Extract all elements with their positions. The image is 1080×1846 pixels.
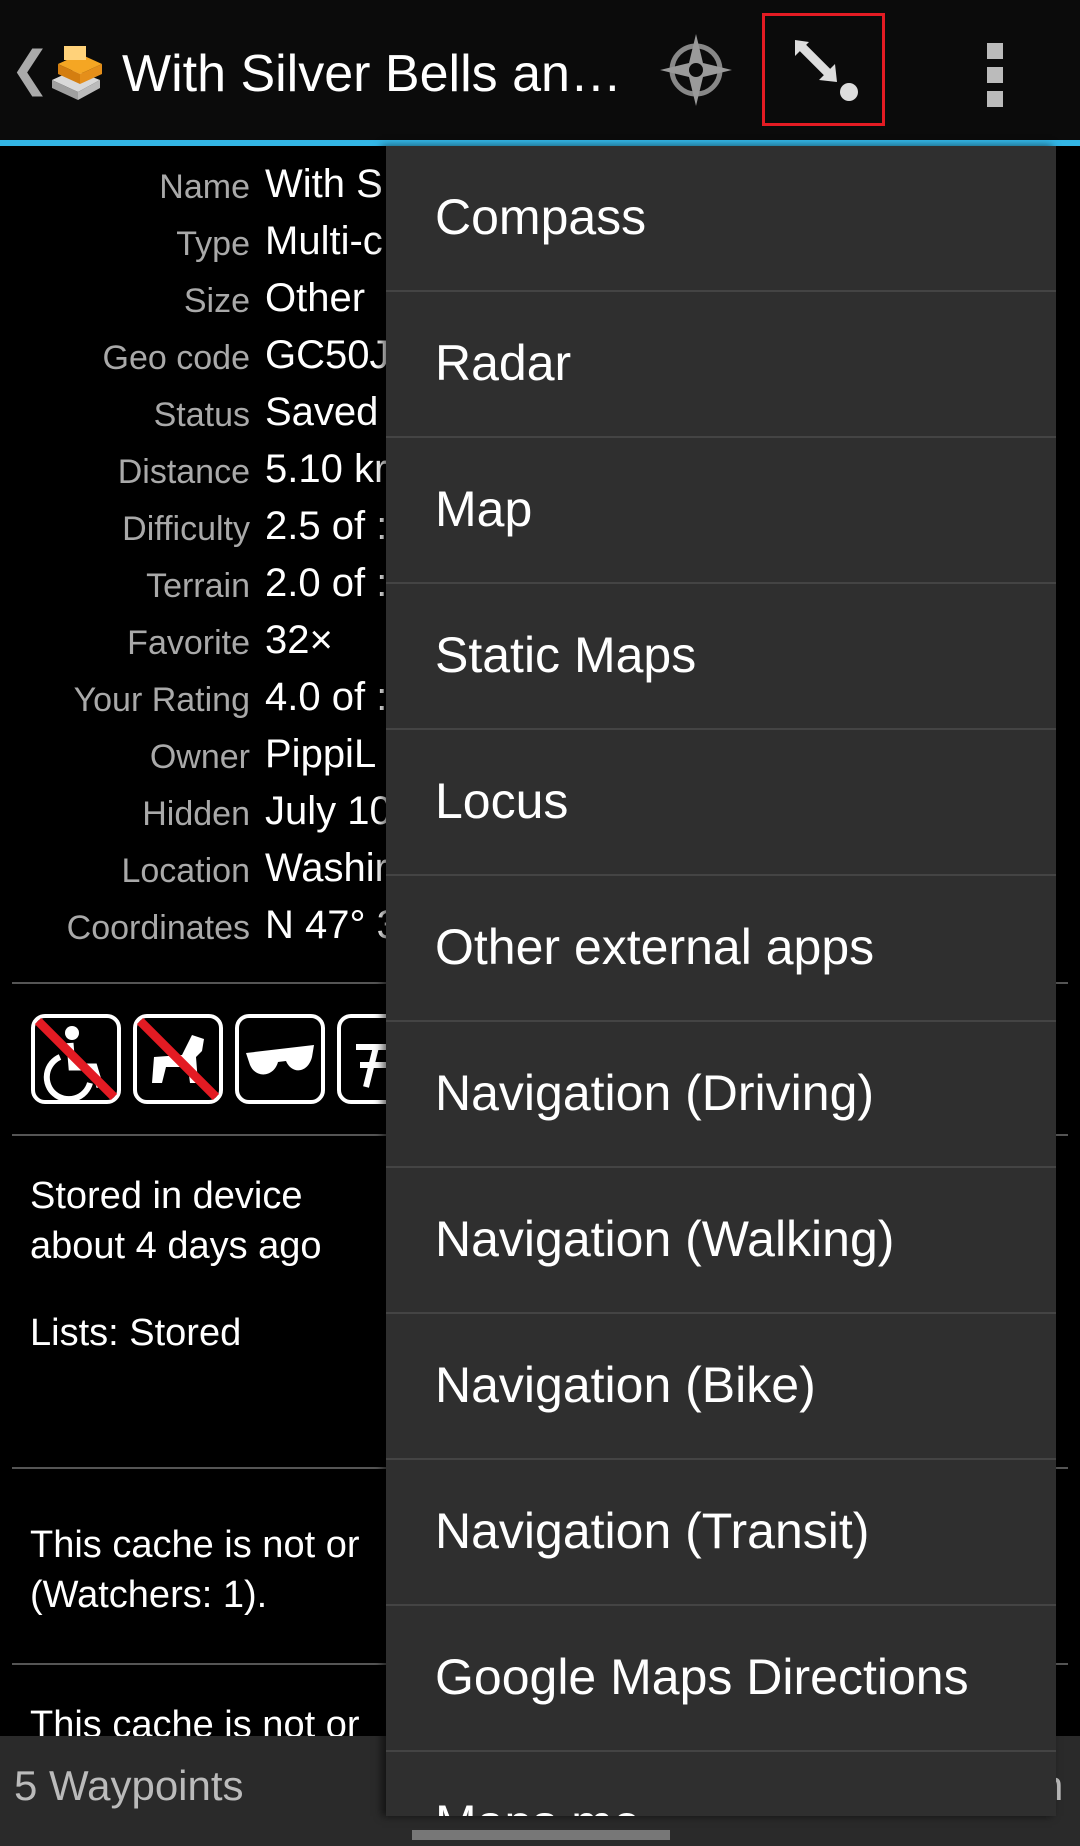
detail-value[interactable]: 5.10 kr xyxy=(265,447,387,492)
menu-item-label: Maps.me xyxy=(435,1794,641,1816)
navigate-button[interactable] xyxy=(762,13,885,126)
watch-info: This cache is not or (Watchers: 1). xyxy=(30,1520,359,1620)
menu-item-label: Navigation (Bike) xyxy=(435,1357,816,1413)
scroll-indicator xyxy=(412,1830,670,1840)
no-dogs-icon[interactable] xyxy=(132,1013,224,1105)
menu-item-label: Navigation (Driving) xyxy=(435,1065,875,1121)
menu-item-navigation-driving[interactable]: Navigation (Driving) xyxy=(386,1022,1056,1168)
watch-line-2: (Watchers: 1). xyxy=(30,1574,268,1616)
page-title: With Silver Bells an… xyxy=(122,45,622,103)
menu-item-compass[interactable]: Compass xyxy=(386,146,1056,292)
navigate-icon xyxy=(795,40,858,101)
detail-value[interactable]: Washir xyxy=(265,846,388,891)
menu-item-label: Compass xyxy=(435,189,647,245)
menu-item-label: Map xyxy=(435,481,533,537)
detail-label: Difficulty xyxy=(122,510,250,548)
detail-label: Status xyxy=(153,396,250,434)
detail-value[interactable]: With S xyxy=(265,162,383,207)
detail-value[interactable]: 2.5 of : xyxy=(265,504,387,549)
detail-value[interactable]: Multi-c xyxy=(265,219,383,264)
menu-item-navigation-transit[interactable]: Navigation (Transit) xyxy=(386,1460,1056,1606)
action-bar: ❮ With Silver Bells an… xyxy=(0,0,1080,146)
menu-item-google-maps-directions[interactable]: Google Maps Directions xyxy=(386,1606,1056,1752)
menu-item-navigation-bike[interactable]: Navigation (Bike) xyxy=(386,1314,1056,1460)
watch-line-1: This cache is not or xyxy=(30,1524,360,1566)
menu-item-other-external-apps[interactable]: Other external apps xyxy=(386,876,1056,1022)
detail-label: Coordinates xyxy=(66,909,250,947)
stored-line-2: about 4 days ago xyxy=(30,1225,322,1267)
detail-label: Location xyxy=(121,852,250,890)
detail-label: Distance xyxy=(117,453,250,491)
menu-item-static-maps[interactable]: Static Maps xyxy=(386,584,1056,730)
detail-value[interactable]: PippiL xyxy=(265,732,376,777)
menu-item-label: Static Maps xyxy=(435,627,697,683)
compass-icon[interactable] xyxy=(656,30,736,110)
detail-value[interactable]: Other xyxy=(265,276,365,321)
detail-label: Favorite xyxy=(127,624,250,662)
menu-item-label: Navigation (Walking) xyxy=(435,1211,895,1267)
menu-item-maps-me[interactable]: Maps.me xyxy=(386,1752,1056,1816)
menu-item-locus[interactable]: Locus xyxy=(386,730,1056,876)
menu-item-label: Radar xyxy=(435,335,572,391)
detail-value[interactable]: GC50J xyxy=(265,333,390,378)
detail-label: Owner xyxy=(149,738,250,776)
detail-label: Name xyxy=(159,168,250,206)
stored-line-1: Stored in device xyxy=(30,1175,303,1217)
menu-item-label: Navigation (Transit) xyxy=(435,1503,870,1559)
detail-value[interactable]: Saved xyxy=(265,390,378,435)
menu-item-map[interactable]: Map xyxy=(386,438,1056,584)
detail-value[interactable]: 4.0 of : xyxy=(265,675,387,720)
sunglasses-icon[interactable] xyxy=(234,1013,326,1105)
stored-info: Stored in device about 4 days ago xyxy=(30,1171,322,1271)
cache-app-icon[interactable] xyxy=(44,40,108,104)
detail-value[interactable]: July 10 xyxy=(265,789,392,834)
detail-value[interactable]: 32× xyxy=(265,618,333,663)
detail-label: Geo code xyxy=(102,339,250,377)
menu-item-label: Other external apps xyxy=(435,919,875,975)
detail-label: Hidden xyxy=(142,795,250,833)
detail-value[interactable]: N 47° 3 xyxy=(265,903,399,948)
menu-item-radar[interactable]: Radar xyxy=(386,292,1056,438)
waypoints-tab[interactable]: 5 Waypoints xyxy=(14,1762,244,1810)
menu-item-label: Google Maps Directions xyxy=(435,1649,969,1705)
back-chevron-icon[interactable]: ❮ xyxy=(10,40,50,100)
detail-label: Terrain xyxy=(146,567,250,605)
overflow-menu-icon[interactable] xyxy=(975,35,1015,115)
detail-label: Size xyxy=(183,282,250,320)
menu-item-label: Locus xyxy=(435,773,569,829)
menu-item-navigation-walking[interactable]: Navigation (Walking) xyxy=(386,1168,1056,1314)
lists-info[interactable]: Lists: Stored xyxy=(30,1308,241,1358)
detail-value[interactable]: 2.0 of : xyxy=(265,561,387,606)
no-wheelchair-icon[interactable] xyxy=(30,1013,122,1105)
detail-label: Type xyxy=(176,225,250,263)
navigation-menu: Compass Radar Map Static Maps Locus Othe… xyxy=(386,146,1056,1816)
detail-label: Your Rating xyxy=(73,681,250,719)
